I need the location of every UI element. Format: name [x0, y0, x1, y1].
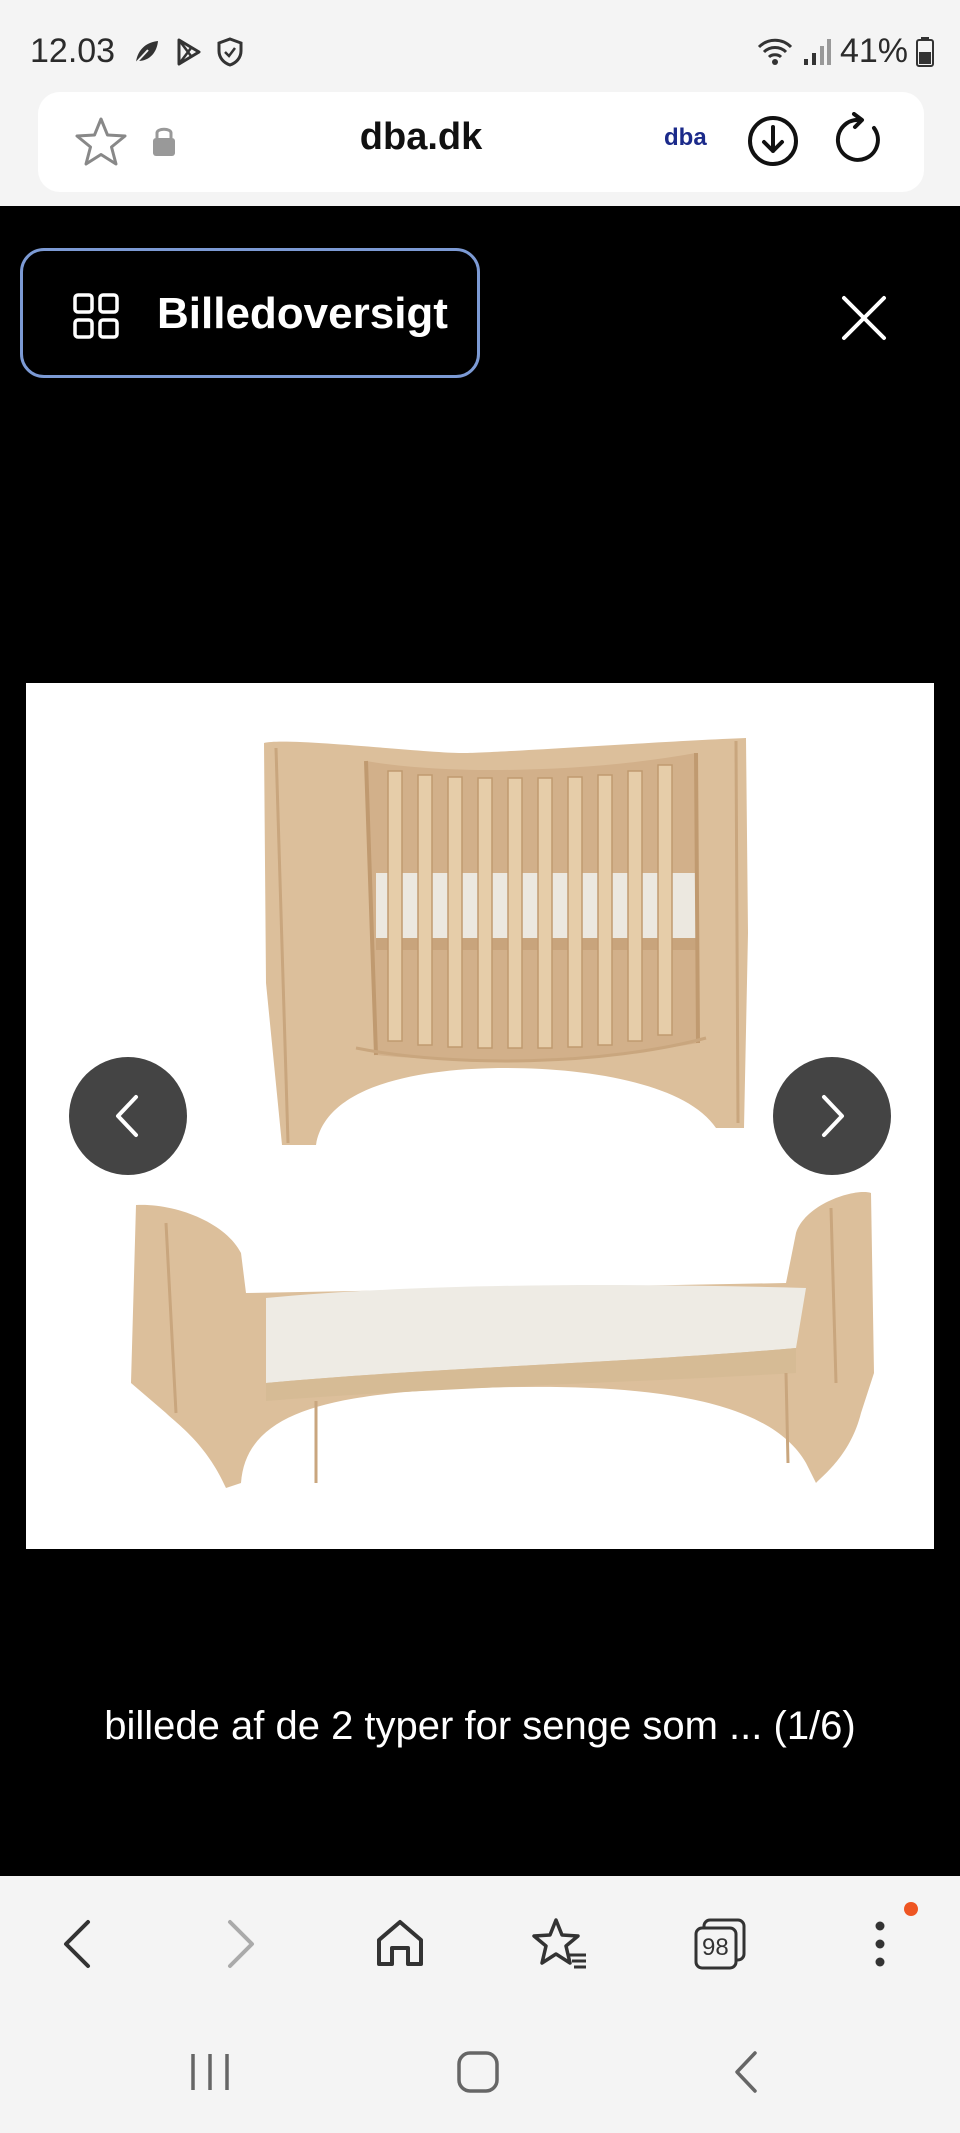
tabs-button[interactable]: 98 [690, 1914, 750, 1974]
system-home-button[interactable] [448, 2042, 508, 2102]
home-button[interactable] [370, 1914, 430, 1974]
leaf-icon [134, 41, 158, 65]
status-bar: 12.03 41% [0, 0, 960, 92]
notification-dot [904, 1902, 918, 1916]
home-icon [377, 1920, 423, 1966]
reload-icon[interactable] [830, 112, 886, 168]
shield-icon [217, 37, 243, 67]
system-navigation-bar [0, 2010, 960, 2133]
back-button[interactable] [48, 1914, 108, 1974]
battery-icon [916, 36, 934, 67]
system-back-button[interactable] [716, 2042, 776, 2102]
home-square-icon [457, 2051, 499, 2093]
bookmarks-star-icon [532, 1918, 586, 1969]
download-icon[interactable] [746, 114, 800, 168]
recent-apps-icon [191, 2054, 229, 2090]
arrow-back-icon [64, 1920, 90, 1968]
wifi-icon [757, 38, 792, 65]
status-notification-icons [130, 36, 246, 68]
recent-apps-button[interactable] [180, 2042, 240, 2102]
site-logo: dba [664, 124, 707, 151]
tab-count: 98 [702, 1934, 729, 1961]
forward-button[interactable] [210, 1914, 270, 1974]
status-time: 12.03 [30, 32, 116, 70]
signal-icon [803, 38, 831, 65]
more-vertical-icon [875, 1921, 885, 1967]
next-image-button[interactable] [773, 1057, 891, 1175]
close-icon[interactable] [834, 288, 894, 348]
image-overview-button[interactable]: Billedoversigt [20, 248, 480, 378]
system-back-icon [735, 2051, 757, 2093]
grid-icon [73, 293, 119, 339]
chevron-right-icon [822, 1095, 844, 1137]
bookmarks-button[interactable] [530, 1914, 590, 1974]
image-overview-label: Billedoversigt [157, 289, 448, 338]
previous-image-button[interactable] [69, 1057, 187, 1175]
browser-top-bar: dba.dk dba [0, 92, 960, 206]
chevron-left-icon [116, 1095, 138, 1137]
play-store-icon [177, 38, 201, 66]
status-system-icons: 41% [756, 32, 934, 71]
url-bar[interactable]: dba.dk dba [38, 92, 924, 192]
menu-button[interactable] [850, 1914, 910, 1974]
image-viewer: Billedoversigt billede af de 2 typer for… [0, 206, 960, 1876]
battery-percent: 41% [839, 32, 908, 70]
browser-toolbar: 98 [0, 1876, 960, 2010]
arrow-forward-icon [228, 1920, 254, 1968]
image-caption: billede af de 2 typer for senge som ... … [104, 1704, 856, 1748]
